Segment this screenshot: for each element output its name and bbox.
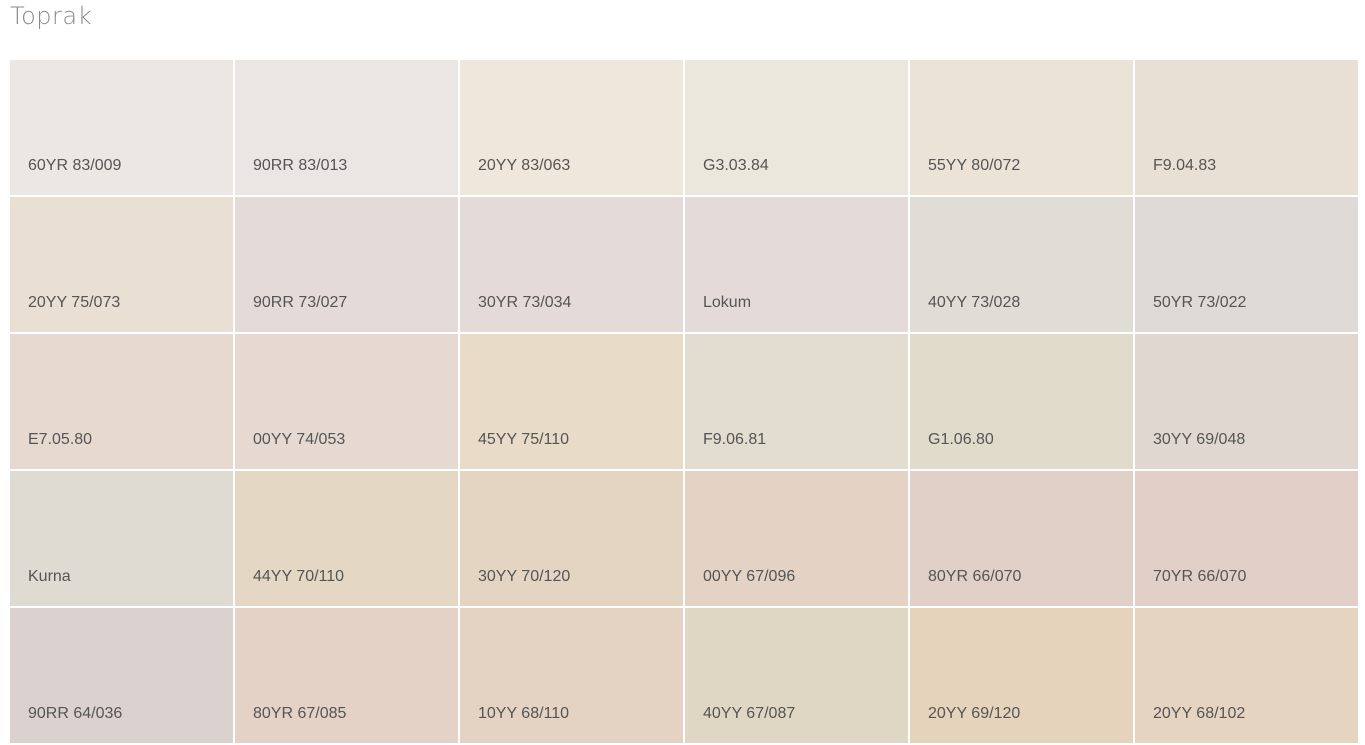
color-swatch[interactable]: 00YY 67/096 [685, 471, 908, 606]
color-palette-page: Toprak 60YR 83/009 90RR 83/013 20YY 83/0… [0, 0, 1365, 745]
color-swatch[interactable]: 55YY 80/072 [910, 60, 1133, 195]
color-swatch[interactable]: 20YY 75/073 [10, 197, 233, 332]
swatch-code-label: G1.06.80 [928, 431, 994, 448]
swatch-code-label: Lokum [703, 294, 752, 311]
swatch-code-label: 00YY 74/053 [253, 431, 346, 448]
color-swatch[interactable]: Lokum [685, 197, 908, 332]
color-swatch[interactable]: F9.06.81 [685, 334, 908, 469]
color-swatch[interactable]: 20YY 69/120 [910, 608, 1133, 743]
color-swatch[interactable]: 10YY 68/110 [460, 608, 683, 743]
swatch-code-label: 40YY 73/028 [928, 294, 1021, 311]
color-swatch[interactable]: 80YR 66/070 [910, 471, 1133, 606]
color-swatch[interactable]: 80YR 67/085 [235, 608, 458, 743]
color-swatch[interactable]: 90RR 64/036 [10, 608, 233, 743]
swatch-code-label: 20YY 75/073 [28, 294, 121, 311]
swatch-code-label: 45YY 75/110 [478, 431, 570, 448]
swatch-code-label: 55YY 80/072 [928, 157, 1021, 174]
swatch-code-label: 90RR 64/036 [28, 705, 123, 722]
swatch-code-label: 40YY 67/087 [703, 705, 796, 722]
color-swatch[interactable]: 70YR 66/070 [1135, 471, 1358, 606]
swatch-code-label: 70YR 66/070 [1153, 568, 1247, 585]
swatch-code-label: 20YY 69/120 [928, 705, 1021, 722]
swatch-code-label: 20YY 83/063 [478, 157, 571, 174]
swatch-grid: 60YR 83/009 90RR 83/013 20YY 83/063 G3.0… [10, 60, 1360, 743]
swatch-code-label: E7.05.80 [28, 431, 93, 448]
color-swatch[interactable]: 30YY 69/048 [1135, 334, 1358, 469]
color-swatch[interactable]: 60YR 83/009 [10, 60, 233, 195]
swatch-code-label: 80YR 66/070 [928, 568, 1022, 585]
swatch-code-label: 90RR 73/027 [253, 294, 348, 311]
swatch-code-label: 80YR 67/085 [253, 705, 347, 722]
color-swatch[interactable]: 90RR 73/027 [235, 197, 458, 332]
swatch-code-label: 10YY 68/110 [478, 705, 570, 722]
color-swatch[interactable]: 44YY 70/110 [235, 471, 458, 606]
swatch-code-label: 60YR 83/009 [28, 157, 122, 174]
color-swatch[interactable]: 30YY 70/120 [460, 471, 683, 606]
color-swatch[interactable]: 45YY 75/110 [460, 334, 683, 469]
color-swatch[interactable]: Kurna [10, 471, 233, 606]
swatch-code-label: F9.06.81 [703, 431, 767, 448]
color-swatch[interactable]: 00YY 74/053 [235, 334, 458, 469]
swatch-code-label: G3.03.84 [703, 157, 769, 174]
color-swatch[interactable]: 40YY 73/028 [910, 197, 1133, 332]
swatch-code-label: 00YY 67/096 [703, 568, 796, 585]
color-swatch[interactable]: G3.03.84 [685, 60, 908, 195]
swatch-code-label: 30YY 69/048 [1153, 431, 1246, 448]
swatch-code-label: 50YR 73/022 [1153, 294, 1247, 311]
swatch-code-label: F9.04.83 [1153, 157, 1217, 174]
color-swatch[interactable]: 20YY 68/102 [1135, 608, 1358, 743]
swatch-code-label: 44YY 70/110 [253, 568, 345, 585]
color-swatch[interactable]: F9.04.83 [1135, 60, 1358, 195]
swatch-code-label: 30YR 73/034 [478, 294, 572, 311]
color-swatch[interactable]: 30YR 73/034 [460, 197, 683, 332]
color-swatch[interactable]: 90RR 83/013 [235, 60, 458, 195]
color-swatch[interactable]: 50YR 73/022 [1135, 197, 1358, 332]
swatch-code-label: 20YY 68/102 [1153, 705, 1246, 722]
color-swatch[interactable]: G1.06.80 [910, 334, 1133, 469]
color-swatch[interactable]: 40YY 67/087 [685, 608, 908, 743]
color-swatch[interactable]: 20YY 83/063 [460, 60, 683, 195]
swatch-code-label: 90RR 83/013 [253, 157, 348, 174]
swatch-code-label: Kurna [28, 568, 71, 585]
color-swatch[interactable]: E7.05.80 [10, 334, 233, 469]
page-title: Toprak [10, 2, 92, 30]
swatch-code-label: 30YY 70/120 [478, 568, 571, 585]
